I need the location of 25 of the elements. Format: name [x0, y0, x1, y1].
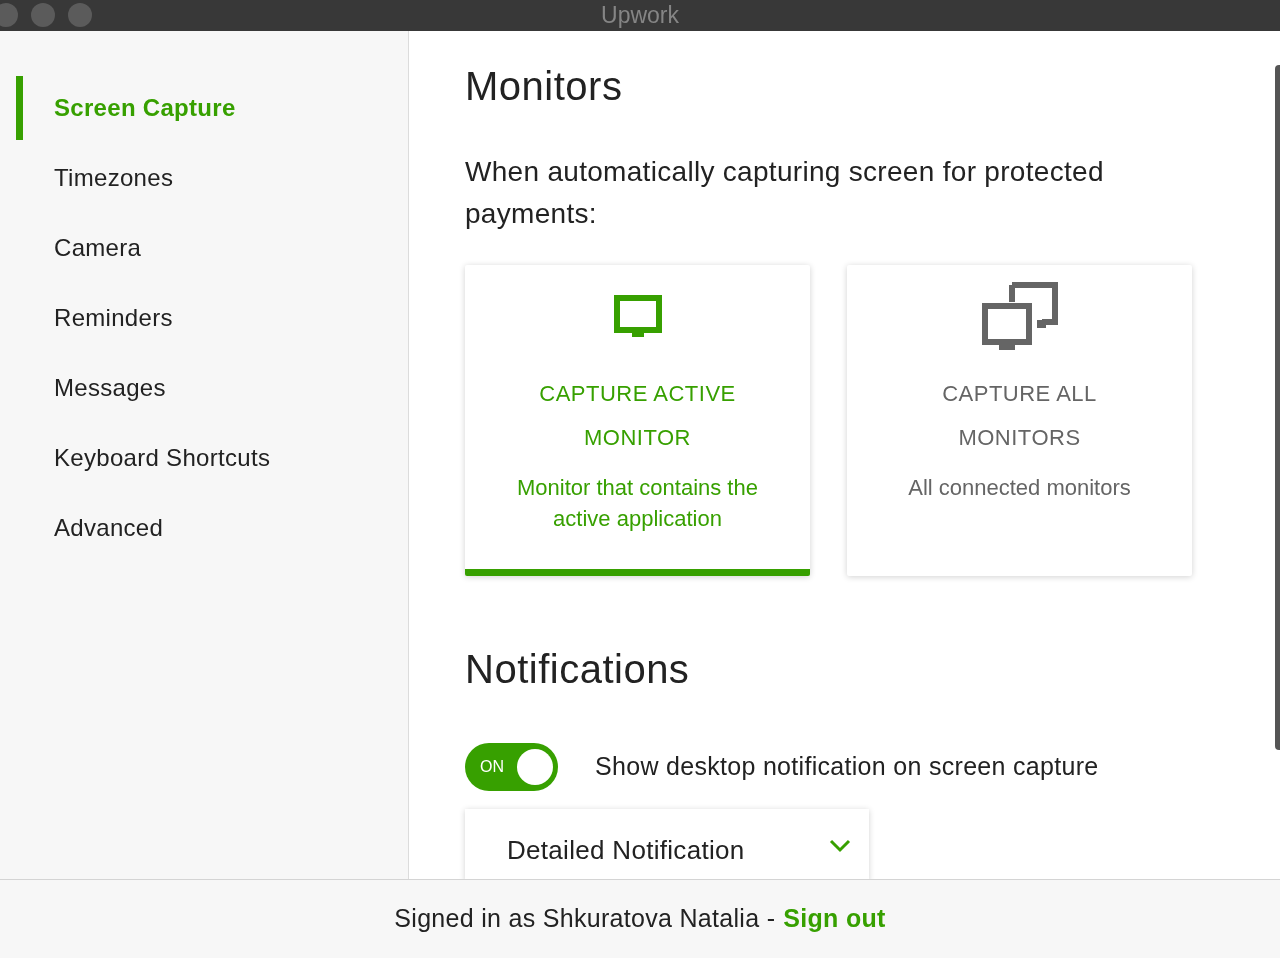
option-card[interactable]: CAPTURE ALL MONITORS All connected monitors: [847, 265, 1192, 576]
chevron-down-icon: [829, 839, 851, 853]
option-description: Monitor that contains the active application: [516, 474, 759, 533]
question-text: When automatically capturing screen for protected payments:: [465, 155, 1105, 231]
sidebar-item[interactable]: Keyboard Shortcuts: [16, 426, 408, 490]
scrollbar-thumb[interactable]: [1275, 65, 1280, 750]
window-minimize-button[interactable]: [31, 3, 55, 27]
option-title: CAPTURE ACTIVE MONITOR: [538, 380, 737, 452]
sidebar-item[interactable]: Advanced: [16, 496, 408, 560]
window-zoom-button[interactable]: [68, 3, 92, 27]
window-close-button[interactable]: [0, 3, 18, 27]
two-monitors-icon: [981, 282, 1058, 352]
sidebar-item[interactable]: Reminders: [16, 286, 408, 350]
window-title: Upwork: [601, 1, 679, 31]
toggle-label: Show desktop notification on screen capture: [595, 751, 1099, 783]
sidebar-item[interactable]: Messages: [16, 356, 408, 420]
sidebar-item[interactable]: Timezones: [16, 146, 408, 210]
section-heading: Notifications: [465, 646, 691, 693]
signed-in-text: Signed in as Shkuratova Natalia -: [394, 903, 776, 935]
sidebar-item[interactable]: Camera: [16, 216, 408, 280]
section-heading: Monitors: [465, 63, 624, 110]
option-description: All connected monitors: [907, 474, 1132, 502]
option-title: CAPTURE ALL MONITORS: [941, 380, 1098, 452]
notification-dropdown[interactable]: Detailed Notification: [465, 809, 869, 879]
monitor-icon: [613, 295, 662, 339]
